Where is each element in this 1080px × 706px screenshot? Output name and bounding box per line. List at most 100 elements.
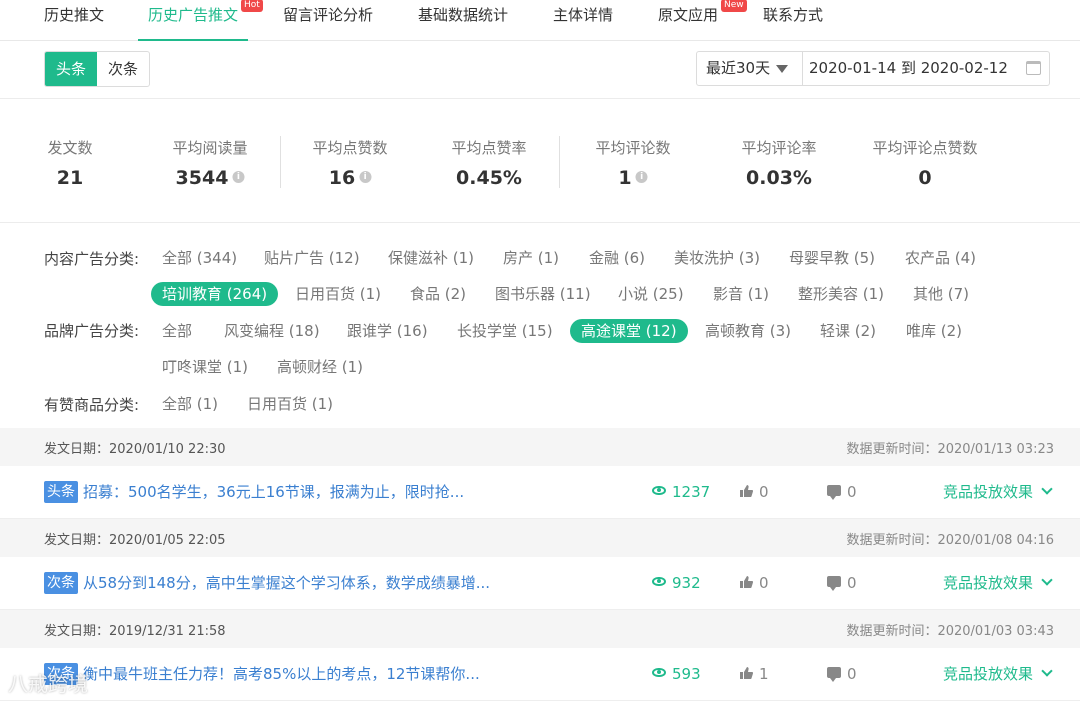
- filter-chip[interactable]: 全部 (344): [162, 246, 237, 270]
- tab-history-posts[interactable]: 历史推文: [44, 0, 104, 41]
- hot-badge: Hot: [241, 0, 263, 12]
- watermark: 八戒跨境: [8, 672, 88, 696]
- tab-entity-details[interactable]: 主体详情: [553, 0, 613, 41]
- date-range-input[interactable]: 2020-01-14 到 2020-02-12: [803, 52, 1049, 85]
- stat-label: 平均阅读量: [172, 139, 248, 157]
- filter-chip[interactable]: 贴片广告 (12): [264, 246, 360, 270]
- post-date-header: 发文日期：2019/12/31 21:58 数据更新时间：2020/01/03 …: [0, 610, 1080, 648]
- eye-icon: [652, 486, 666, 495]
- stat-label: 平均评论数: [595, 139, 671, 157]
- filter-chip[interactable]: 农产品 (4): [905, 246, 976, 270]
- stat-avg-comment-likes: 平均评论点赞数 0: [872, 138, 977, 190]
- post-title-link[interactable]: 衡中最牛班主任力荐！高考85%以上的考点，12节课帮你...: [83, 663, 480, 685]
- divider: [280, 136, 281, 188]
- stat-label: 发文数: [47, 139, 93, 157]
- filter-chip[interactable]: 日用百货 (1): [247, 392, 333, 416]
- effect-label: 竞品投放效果: [943, 574, 1034, 592]
- filter-chip[interactable]: 食品 (2): [410, 282, 466, 306]
- info-icon[interactable]: [232, 170, 245, 183]
- post-date-header: 发文日期：2020/01/10 22:30 数据更新时间：2020/01/13 …: [0, 428, 1080, 466]
- tab-original-apps[interactable]: 原文应用 New: [658, 0, 747, 41]
- tab-history-ad-posts[interactable]: 历史广告推文 Hot: [137, 0, 263, 41]
- info-icon[interactable]: [635, 170, 648, 183]
- filter-chip-selected[interactable]: 培训教育 (264): [151, 282, 279, 306]
- divider: [0, 222, 1080, 223]
- tab-label: 历史广告推文: [148, 6, 239, 24]
- post-date-header: 发文日期：2020/01/05 22:05 数据更新时间：2020/01/08 …: [0, 519, 1080, 557]
- views-count: 932: [672, 574, 701, 592]
- stat-label: 平均点赞数: [312, 139, 388, 157]
- filter-chip[interactable]: 全部 (1): [162, 392, 218, 416]
- eye-icon: [652, 668, 666, 677]
- filter-chip[interactable]: 图书乐器 (11): [495, 282, 591, 306]
- comments-metric: 0: [827, 481, 857, 503]
- info-icon[interactable]: [359, 170, 372, 183]
- tab-label: 主体详情: [553, 6, 614, 24]
- likes-metric: 1: [740, 663, 769, 685]
- position-tag: 头条: [44, 481, 78, 503]
- effect-label: 竞品投放效果: [943, 483, 1034, 501]
- comments-count: 0: [847, 665, 857, 683]
- stat-label: 平均评论率: [741, 139, 817, 157]
- filter-chip[interactable]: 美妆洗护 (3): [674, 246, 760, 270]
- competitor-effect-toggle[interactable]: 竞品投放效果: [943, 572, 1053, 594]
- comments-count: 0: [847, 483, 857, 501]
- filter-chip[interactable]: 保健滋补 (1): [388, 246, 474, 270]
- tab-contact[interactable]: 联系方式: [763, 0, 823, 41]
- chevron-down-icon: [1041, 574, 1053, 586]
- tab-basic-stats[interactable]: 基础数据统计: [418, 0, 508, 41]
- comment-icon: [827, 485, 841, 500]
- filter-chip[interactable]: 日用百货 (1): [295, 282, 381, 306]
- filter-chip[interactable]: 影音 (1): [713, 282, 769, 306]
- segment-secondary[interactable]: 次条: [97, 52, 149, 86]
- comment-icon: [827, 667, 841, 682]
- competitor-effect-toggle[interactable]: 竞品投放效果: [943, 663, 1053, 685]
- caret-down-icon: [776, 65, 788, 73]
- comments-metric: 0: [827, 663, 857, 685]
- stat-avg-comments: 平均评论数 1: [595, 138, 670, 190]
- post-title-link[interactable]: 招募：500名学生，36元上16节课，报满为止，限时抢...: [83, 481, 464, 503]
- filter-label-liked-goods: 有赞商品分类:: [44, 396, 140, 414]
- filter-chip[interactable]: 高顿财经 (1): [277, 355, 363, 379]
- post-date: 发文日期：2019/12/31 21:58: [44, 624, 226, 639]
- filter-chip[interactable]: 房产 (1): [503, 246, 559, 270]
- filter-chip[interactable]: 跟谁学 (16): [347, 319, 428, 343]
- stat-value: 1: [618, 167, 632, 189]
- stat-value: 0.03%: [746, 167, 812, 189]
- calendar-icon[interactable]: [1026, 61, 1041, 75]
- stat-avg-likes: 平均点赞数 16: [312, 138, 387, 190]
- stat-value: 0: [918, 167, 932, 189]
- competitor-effect-toggle[interactable]: 竞品投放效果: [943, 481, 1053, 503]
- filter-chip[interactable]: 高顿教育 (3): [705, 319, 791, 343]
- date-range-picker: 最近30天 2020-01-14 到 2020-02-12: [696, 51, 1050, 86]
- filter-chip[interactable]: 叮咚课堂 (1): [162, 355, 248, 379]
- likes-metric: 0: [740, 481, 769, 503]
- filter-chip[interactable]: 其他 (7): [913, 282, 969, 306]
- filter-chip-selected[interactable]: 高途课堂 (12): [570, 319, 688, 343]
- filter-chip[interactable]: 母婴早教 (5): [789, 246, 875, 270]
- range-select[interactable]: 最近30天: [697, 52, 803, 85]
- stat-value: 3544: [175, 167, 229, 189]
- segment-headline[interactable]: 头条: [45, 52, 97, 86]
- data-update-time: 数据更新时间：2020/01/03 03:43: [846, 624, 1054, 639]
- post-title-link[interactable]: 从58分到148分，高中生掌握这个学习体系，数学成绩暴增...: [83, 572, 490, 594]
- tab-comment-analysis[interactable]: 留言评论分析: [283, 0, 373, 41]
- data-update-time: 数据更新时间：2020/01/13 03:23: [846, 442, 1054, 457]
- divider: [559, 136, 560, 188]
- filter-chip[interactable]: 全部: [162, 319, 192, 343]
- stat-value: 21: [56, 167, 84, 189]
- filter-chip[interactable]: 轻课 (2): [820, 319, 876, 343]
- post-row: 头条 招募：500名学生，36元上16节课，报满为止，限时抢... 1237 0…: [0, 466, 1080, 519]
- filter-chip[interactable]: 小说 (25): [618, 282, 684, 306]
- effect-label: 竞品投放效果: [943, 665, 1034, 683]
- filter-chip[interactable]: 唯库 (2): [906, 319, 962, 343]
- chevron-down-icon: [1041, 665, 1053, 677]
- stat-value: 16: [328, 167, 356, 189]
- range-select-value: 最近30天: [706, 59, 771, 77]
- filter-chip[interactable]: 整形美容 (1): [798, 282, 884, 306]
- filter-chip[interactable]: 风变编程 (18): [224, 319, 320, 343]
- views-metric: 932: [652, 572, 701, 594]
- filter-chip[interactable]: 长投学堂 (15): [457, 319, 553, 343]
- filter-chip[interactable]: 金融 (6): [589, 246, 645, 270]
- tab-label: 留言评论分析: [283, 6, 374, 24]
